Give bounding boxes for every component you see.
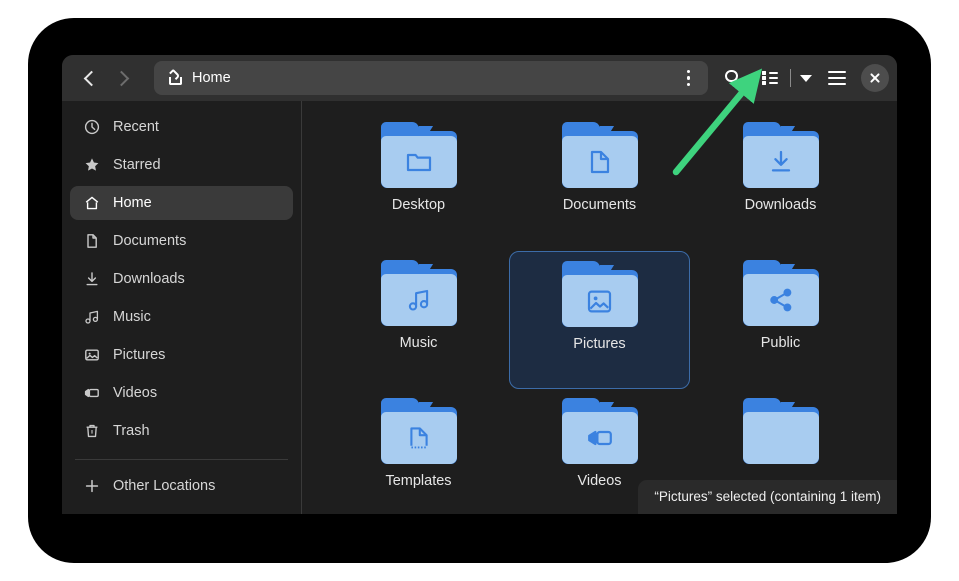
file-item-desktop[interactable]: Desktop [328,113,509,251]
document-icon [83,233,100,250]
file-label: Music [400,335,438,351]
chevron-down-icon [800,75,812,82]
chevron-left-icon [83,70,99,86]
file-grid-area: Desktop Documents [302,101,897,514]
sidebar-label: Music [113,309,151,325]
main-menu-button[interactable] [819,61,855,95]
folder-icon [381,260,457,326]
search-button[interactable] [716,61,752,95]
file-label: Documents [563,197,636,213]
folder-icon [562,398,638,464]
download-emblem-icon [743,136,819,188]
folder-icon [562,122,638,188]
search-icon [725,70,742,87]
file-label: Videos [577,473,621,489]
sidebar-item-home[interactable]: Home [70,186,293,220]
status-bar: “Pictures” selected (containing 1 item) [638,480,897,514]
sidebar-label: Pictures [113,347,165,363]
sidebar-item-pictures[interactable]: Pictures [70,338,293,372]
file-item-public[interactable]: Public [690,251,871,389]
file-label: Pictures [573,336,625,352]
view-options-button[interactable] [793,61,819,95]
sidebar-item-starred[interactable]: Starred [70,148,293,182]
file-label: Public [761,335,801,351]
list-view-button[interactable] [752,61,788,95]
toolbar-separator [790,69,792,87]
video-emblem-icon [562,412,638,464]
sidebar: Recent Starred Home [62,101,302,514]
forward-button[interactable] [106,62,140,94]
sidebar-item-downloads[interactable]: Downloads [70,262,293,296]
file-manager-window: Home [62,55,897,514]
folder-icon [743,122,819,188]
share-emblem-icon [743,274,819,326]
file-item-templates[interactable]: Templates [328,389,509,514]
sidebar-label: Documents [113,233,186,249]
back-button[interactable] [72,62,106,94]
sidebar-label: Videos [113,385,157,401]
sidebar-label: Other Locations [113,478,215,494]
sidebar-item-other-locations[interactable]: Other Locations [70,469,293,503]
plus-icon [83,478,100,495]
sidebar-label: Recent [113,119,159,135]
star-icon [83,157,100,174]
sidebar-item-trash[interactable]: Trash [70,414,293,448]
sidebar-item-music[interactable]: Music [70,300,293,334]
music-icon [83,309,100,326]
sidebar-item-documents[interactable]: Documents [70,224,293,258]
video-icon [83,385,100,402]
list-view-icon [762,71,778,85]
file-label: Downloads [745,197,817,213]
file-label: Templates [385,473,451,489]
file-item-music[interactable]: Music [328,251,509,389]
file-grid: Desktop Documents [302,113,897,514]
document-emblem-icon [562,136,638,188]
hamburger-menu-icon [828,71,846,85]
folder-emblem-icon [381,136,457,188]
file-item-documents[interactable]: Documents [509,113,690,251]
folder-icon [743,398,819,464]
view-mode-group [752,61,820,95]
file-item-downloads[interactable]: Downloads [690,113,871,251]
home-icon [83,195,100,212]
file-label: Desktop [392,197,445,213]
sidebar-label: Downloads [113,271,185,287]
home-icon [167,71,183,86]
sidebar-divider [75,459,288,460]
vertical-dots-icon[interactable] [674,63,704,93]
trash-icon [83,423,100,440]
chevron-right-icon [113,70,129,86]
image-emblem-icon [562,275,638,327]
folder-icon [743,260,819,326]
path-bar[interactable]: Home [154,61,708,95]
close-window-button[interactable] [861,64,889,92]
breadcrumb-home[interactable]: Home [167,70,231,86]
folder-icon [381,398,457,464]
header-bar: Home [62,55,897,101]
sidebar-label: Trash [113,423,150,439]
window-body: Recent Starred Home [62,101,897,514]
folder-icon [562,261,638,327]
file-item-pictures[interactable]: Pictures [509,251,690,389]
download-icon [83,271,100,288]
sidebar-label: Starred [113,157,161,173]
clock-icon [83,119,100,136]
image-icon [83,347,100,364]
music-emblem-icon [381,274,457,326]
breadcrumb-label: Home [192,70,231,86]
sidebar-item-videos[interactable]: Videos [70,376,293,410]
folder-icon [381,122,457,188]
sidebar-label: Home [113,195,152,211]
sidebar-item-recent[interactable]: Recent [70,110,293,144]
template-emblem-icon [381,412,457,464]
